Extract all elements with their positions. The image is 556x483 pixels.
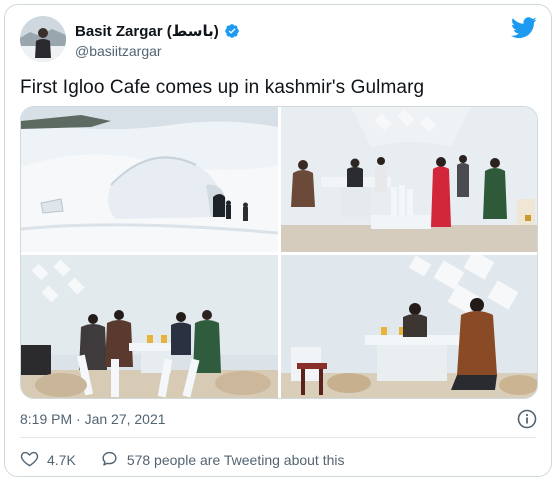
- like-count: 4.7K: [47, 452, 76, 468]
- conversation-text: 578 people are Tweeting about this: [126, 452, 345, 468]
- media-grid: [20, 106, 538, 399]
- verified-badge-icon: [224, 23, 240, 39]
- tweet-card: Basit Zargar (باسط) @basiitzargar First …: [4, 4, 552, 477]
- author-display-name[interactable]: Basit Zargar (باسط): [75, 22, 219, 40]
- author-handle[interactable]: @basiitzargar: [75, 43, 162, 59]
- photo-igloo-interior-couple[interactable]: [281, 255, 537, 398]
- like-button[interactable]: 4.7K: [20, 449, 76, 471]
- photo-igloo-interior-group[interactable]: [281, 107, 537, 252]
- author-name-row[interactable]: Basit Zargar (باسط): [75, 22, 240, 40]
- tweet-text: First Igloo Cafe comes up in kashmir's G…: [20, 77, 425, 98]
- twitter-bird-icon[interactable]: [511, 17, 537, 39]
- heart-icon: [20, 449, 39, 471]
- conversation-button[interactable]: 578 people are Tweeting about this: [100, 449, 345, 471]
- photo-igloo-interior-family[interactable]: [21, 255, 278, 398]
- avatar[interactable]: [20, 16, 66, 62]
- avatar-image: [20, 16, 66, 62]
- speech-bubble-icon: [100, 449, 119, 471]
- divider: [20, 437, 536, 438]
- info-icon[interactable]: [517, 409, 537, 429]
- action-bar: 4.7K 578 people are Tweeting about this: [20, 449, 345, 471]
- tweet-timestamp[interactable]: 8:19 PM · Jan 27, 2021: [20, 411, 166, 427]
- photo-igloo-exterior[interactable]: [21, 107, 278, 252]
